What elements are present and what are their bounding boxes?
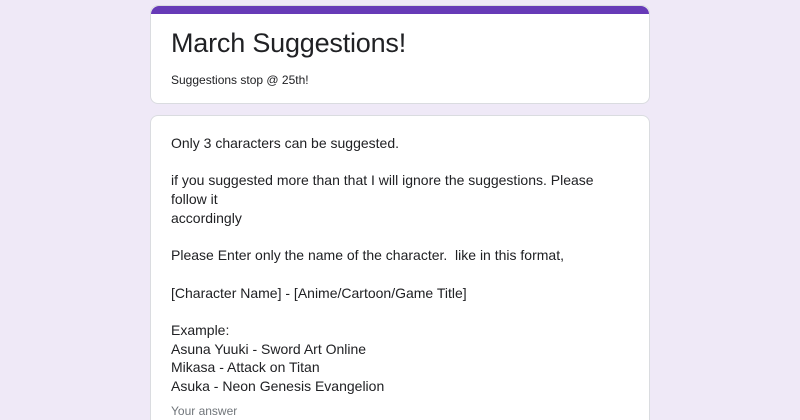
- question-line: Only 3 characters can be suggested.: [171, 135, 400, 151]
- question-line: [171, 302, 631, 321]
- form-header-card: March Suggestions! Suggestions stop @ 25…: [150, 5, 650, 104]
- question-line: [171, 153, 631, 172]
- form-page: March Suggestions! Suggestions stop @ 25…: [0, 0, 800, 420]
- header-accent-bar: [151, 6, 649, 14]
- question-line: Please Enter only the name of the charac…: [171, 247, 564, 264]
- question-line: Mikasa - Attack on Titan: [171, 359, 320, 376]
- question-line: Asuna Yuuki - Sword Art Online: [171, 340, 367, 357]
- question-line: Asuka - Neon Genesis Evangelion: [171, 378, 385, 395]
- question-line: accordingly: [171, 209, 242, 226]
- form-description: Suggestions stop @ 25th!: [171, 73, 309, 87]
- question-card: Only 3 characters can be suggested. if y…: [150, 115, 650, 420]
- answer-input[interactable]: [171, 402, 401, 420]
- question-line: if you suggested more than that I will i…: [171, 172, 598, 208]
- question-line: [171, 228, 631, 247]
- question-line: [171, 265, 631, 284]
- question-text: Only 3 characters can be suggested. if y…: [171, 134, 631, 396]
- form-title: March Suggestions!: [171, 28, 407, 58]
- question-line: [Character Name] - [Anime/Cartoon/Game T…: [171, 284, 467, 301]
- question-line: Example:: [171, 321, 230, 338]
